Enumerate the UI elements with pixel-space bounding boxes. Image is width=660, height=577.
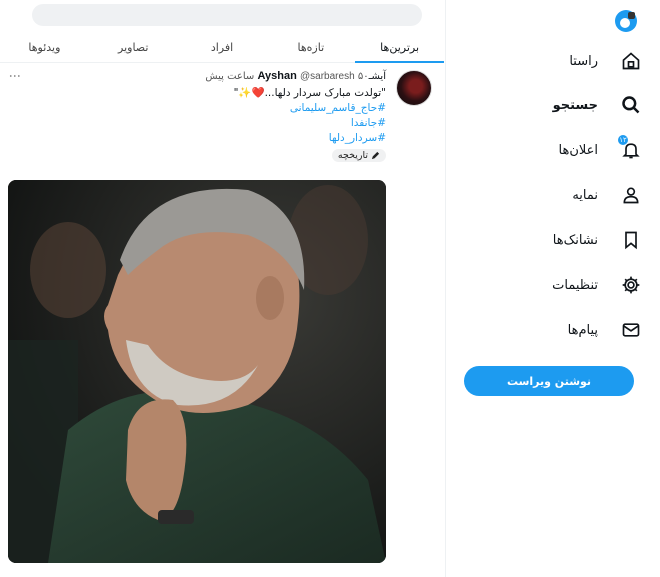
hashtag-link[interactable]: #جانفدا xyxy=(56,117,386,129)
sidebar-item-messages[interactable]: پیام‌ها xyxy=(446,315,646,345)
sidebar-item-search[interactable]: جستجو xyxy=(446,90,646,120)
tab-photos[interactable]: تصاویر xyxy=(89,33,178,62)
tweet-text: "تولدت مبارک سردار دلها...❤️✨" xyxy=(233,87,386,99)
sidebar-item-profile[interactable]: نمایه xyxy=(446,180,646,210)
sidebar: راستا جستجو ۱۲ اعلان‌ها نمایه نشانک‌ها ت… xyxy=(445,0,660,577)
avatar[interactable] xyxy=(396,70,432,106)
tweet-body: آیشـAyshan @sarbaresh ۵۰ ساعت پیش "تولدت… xyxy=(56,70,386,164)
app-logo-icon[interactable] xyxy=(614,9,638,33)
search-tabs: برترین‌ها تازه‌ها افراد تصاویر ویدئوها xyxy=(0,33,444,63)
tweet-header: آیشـAyshan @sarbaresh ۵۰ ساعت پیش xyxy=(56,70,386,82)
sidebar-item-home[interactable]: راستا xyxy=(446,46,646,76)
notification-badge: ۱۲ xyxy=(618,135,628,145)
sidebar-item-label: اعلان‌ها xyxy=(558,142,599,158)
sidebar-item-label: پیام‌ها xyxy=(567,322,598,338)
tweet-photo[interactable] xyxy=(8,180,386,563)
gear-icon xyxy=(616,275,646,295)
hashtag-link[interactable]: #سردار_دلها xyxy=(56,132,386,144)
person-icon xyxy=(616,185,646,205)
user-handle: @sarbaresh xyxy=(300,71,355,82)
search-icon xyxy=(616,95,646,115)
display-name[interactable]: آیشـ xyxy=(369,71,386,82)
tab-latest[interactable]: تازه‌ها xyxy=(266,33,355,62)
username[interactable]: Ayshan xyxy=(258,70,297,82)
hashtag-link[interactable]: #حاج_قاسم_سلیمانی xyxy=(56,102,386,114)
sidebar-item-settings[interactable]: تنظیمات xyxy=(446,270,646,300)
mail-icon xyxy=(616,320,646,340)
portrait-image xyxy=(8,180,386,563)
sidebar-item-label: نمایه xyxy=(572,187,598,203)
sidebar-item-label: تنظیمات xyxy=(552,277,598,293)
main-column: برترین‌ها تازه‌ها افراد تصاویر ویدئوها ⋮… xyxy=(0,0,444,577)
tab-top[interactable]: برترین‌ها xyxy=(355,33,444,63)
sidebar-item-notifications[interactable]: ۱۲ اعلان‌ها xyxy=(446,135,646,165)
history-label: تاریخچه xyxy=(337,150,368,161)
home-icon xyxy=(616,51,646,71)
sidebar-item-label: راستا xyxy=(569,53,598,69)
tab-videos[interactable]: ویدئوها xyxy=(0,33,89,62)
sidebar-item-label: جستجو xyxy=(552,97,598,113)
pencil-icon xyxy=(371,151,380,160)
search-input[interactable] xyxy=(32,4,422,26)
sidebar-item-label: نشانک‌ها xyxy=(552,232,598,248)
history-button[interactable]: تاریخچه xyxy=(331,149,386,162)
compose-button[interactable]: نوشتن ویراست xyxy=(464,366,634,396)
more-options-icon[interactable]: ⋮ xyxy=(8,70,22,80)
bell-icon: ۱۲ xyxy=(616,135,646,160)
bookmark-icon xyxy=(616,230,646,250)
tab-people[interactable]: افراد xyxy=(178,33,267,62)
sidebar-item-bookmarks[interactable]: نشانک‌ها xyxy=(446,225,646,255)
